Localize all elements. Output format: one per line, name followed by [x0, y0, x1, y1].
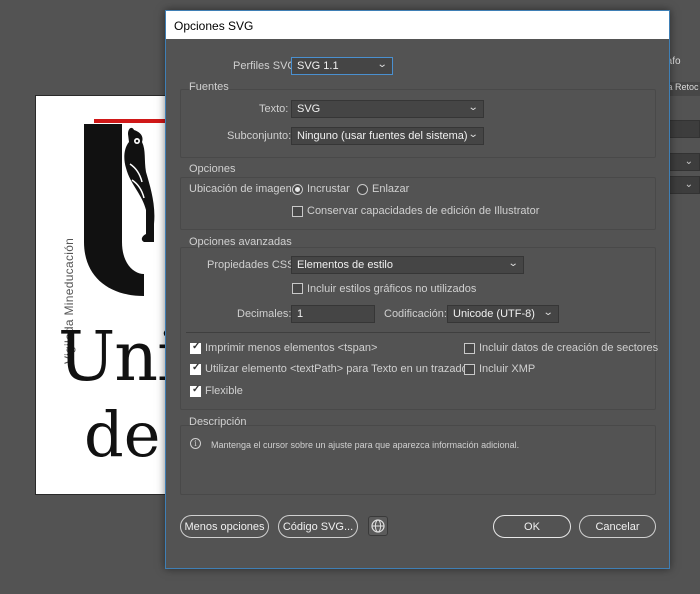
xmp-label: Incluir XMP [479, 363, 536, 375]
preserve-editing-label: Conservar capacidades de edición de Illu… [307, 205, 540, 217]
slice-data-checkbox[interactable] [464, 343, 475, 354]
image-location-label: Ubicación de imagen: [189, 183, 295, 195]
cancel-button[interactable]: Cancelar [579, 515, 656, 538]
css-properties-label: Propiedades CSS: [207, 259, 298, 271]
advanced-section-title: Opciones avanzadas [189, 236, 292, 248]
section-divider [186, 332, 650, 333]
artboard: Vigilada Mineducación Univ de [35, 95, 175, 495]
font-type-select[interactable]: SVG ⌄ [291, 100, 484, 118]
dialog-title: Opciones SVG [166, 11, 669, 39]
textpath-label: Utilizar elemento <textPath> para Texto … [205, 363, 468, 375]
font-subset-select[interactable]: Ninguno (usar fuentes del sistema) ⌄ [291, 127, 484, 145]
preserve-editing-checkbox[interactable] [292, 206, 303, 217]
ok-button[interactable]: OK [493, 515, 571, 538]
decimals-input[interactable]: 1 [291, 305, 375, 323]
web-preview-button[interactable] [368, 516, 388, 536]
svg-options-dialog: Opciones SVG Perfiles SVG SVG 1.1 ⌄ Fuen… [165, 10, 670, 569]
encoding-label: Codificación: [384, 308, 447, 320]
chevron-down-icon: ⌄ [684, 156, 693, 167]
xmp-checkbox[interactable] [464, 364, 475, 375]
encoding-value: Unicode (UTF-8) [453, 308, 535, 320]
decimals-label: Decimales: [237, 308, 292, 320]
subset-label: Subconjunto: [227, 130, 292, 142]
chevron-down-icon: ⌄ [542, 307, 554, 318]
link-radio[interactable] [357, 184, 368, 195]
svg-profile-select[interactable]: SVG 1.1 ⌄ [291, 57, 393, 75]
profile-label: Perfiles SVG [233, 60, 296, 72]
unused-styles-label: Incluir estilos gráficos no utilizados [307, 283, 477, 295]
fonts-section-title: Fuentes [189, 81, 229, 93]
responsive-checkbox[interactable] [190, 384, 201, 397]
tspan-label: Imprimir menos elementos <tspan> [205, 342, 378, 354]
globe-icon [371, 519, 385, 533]
info-icon: i [190, 438, 201, 449]
slice-data-label: Incluir datos de creación de sectores [479, 342, 659, 354]
description-section [180, 425, 656, 495]
chevron-down-icon: ⌄ [376, 59, 388, 70]
css-properties-value: Elementos de estilo [297, 259, 393, 271]
university-logo [84, 124, 155, 296]
description-text: Mantenga el cursor sobre un ajuste para … [211, 440, 520, 450]
less-options-button[interactable]: Menos opciones [180, 515, 269, 538]
options-section-title: Opciones [189, 163, 236, 175]
svg-code-button[interactable]: Código SVG... [278, 515, 358, 538]
type-label: Texto: [259, 103, 289, 115]
link-label: Enlazar [372, 183, 410, 195]
tspan-checkbox[interactable] [190, 341, 201, 354]
encoding-select[interactable]: Unicode (UTF-8) ⌄ [447, 305, 559, 323]
textpath-checkbox[interactable] [190, 362, 201, 375]
chevron-down-icon: ⌄ [467, 129, 479, 140]
embed-radio[interactable] [292, 184, 303, 195]
logo-red-bar [94, 119, 174, 123]
description-section-title: Descripción [189, 416, 247, 428]
chevron-down-icon: ⌄ [467, 102, 479, 113]
css-properties-select[interactable]: Elementos de estilo ⌄ [291, 256, 524, 274]
chevron-down-icon: ⌄ [684, 179, 693, 190]
font-subset-value: Ninguno (usar fuentes del sistema) [297, 130, 468, 142]
artboard-heading-1: Univ [58, 318, 174, 397]
font-type-value: SVG [297, 103, 321, 115]
chevron-down-icon: ⌄ [507, 258, 519, 269]
svg-profile-value: SVG 1.1 [297, 60, 339, 72]
artboard-heading-2: de [84, 398, 161, 471]
responsive-label: Flexible [205, 385, 243, 397]
unused-styles-checkbox[interactable] [292, 283, 303, 294]
embed-label: Incrustar [307, 183, 350, 195]
